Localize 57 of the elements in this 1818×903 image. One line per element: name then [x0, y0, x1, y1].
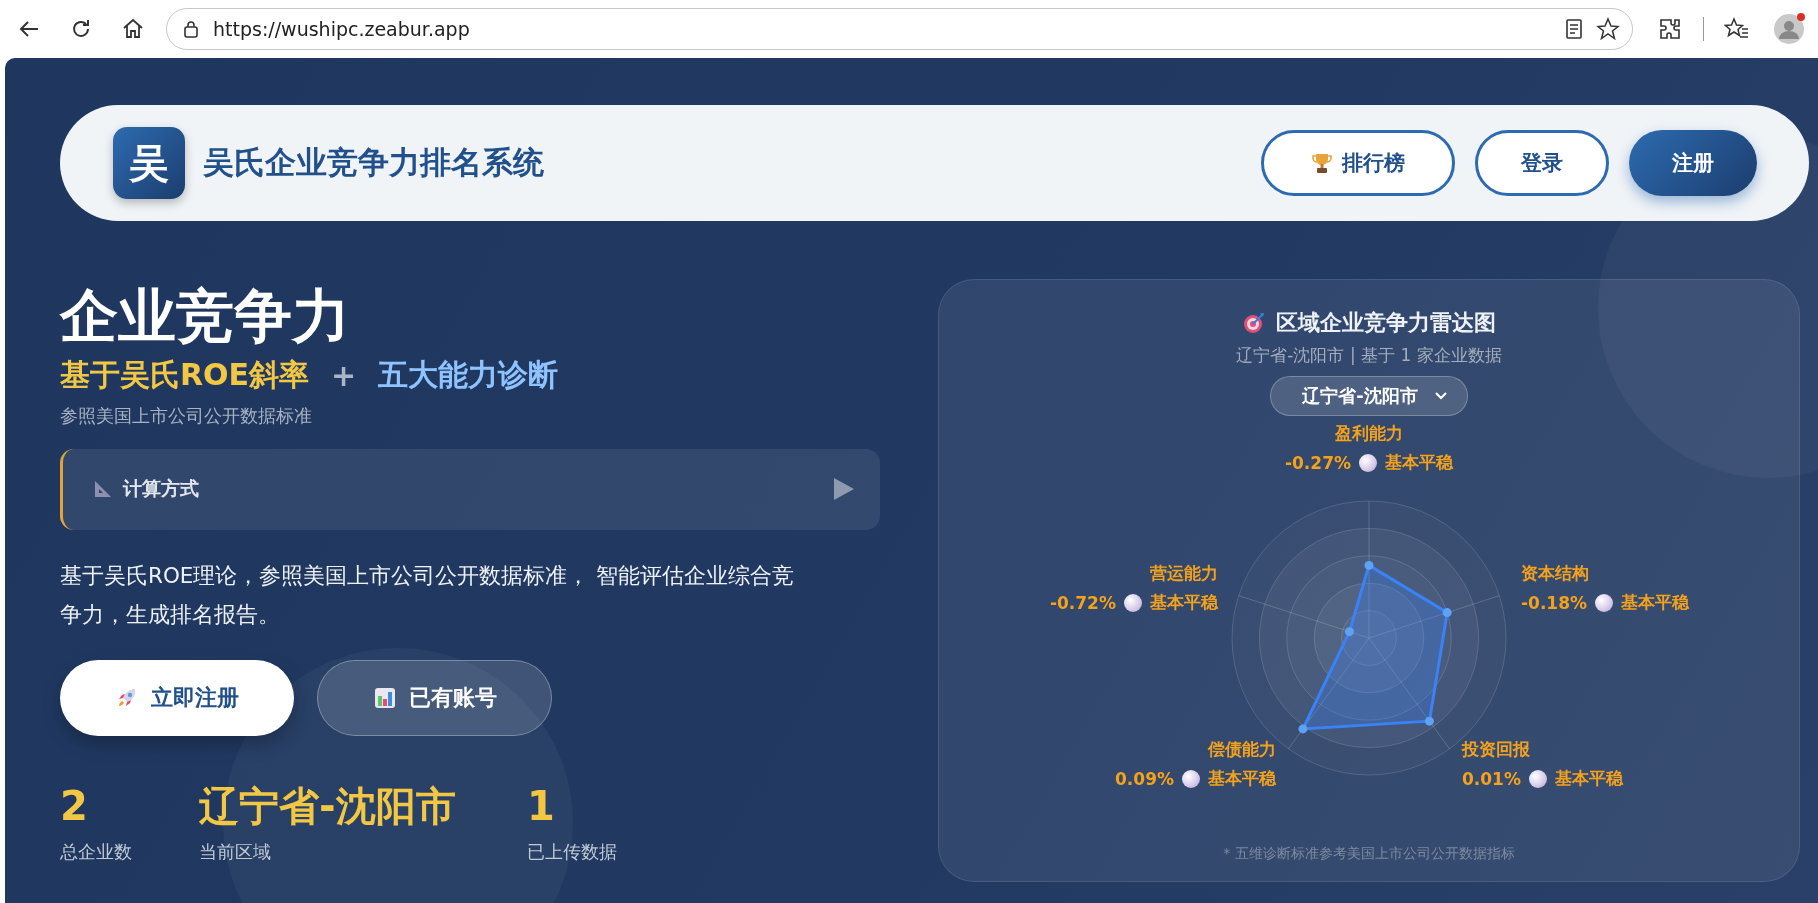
- axis-value: 0.01%: [1462, 768, 1521, 789]
- puzzle-icon: [1658, 17, 1682, 41]
- url-field[interactable]: https://wushipc.zeabur.app: [211, 17, 1552, 41]
- logo: 吴: [113, 127, 185, 199]
- home-icon: [121, 17, 145, 41]
- footnote: * 五维诊断标准参考美国上市公司公开数据指标: [1223, 845, 1515, 863]
- axis-value: 0.09%: [1115, 768, 1174, 789]
- axis-value: -0.27%: [1285, 452, 1351, 473]
- description-text: 基于吴氏ROE理论，参照美国上市公司公开数据标准， 智能评估企业综合竞争力，生成排名报告。: [60, 561, 796, 629]
- axis-label: 营运能力: [1150, 562, 1218, 585]
- tagline-text: 基于吴氏ROE斜率: [60, 355, 310, 394]
- axis-value: -0.72%: [1049, 592, 1116, 613]
- calculation-method-toggle[interactable]: 计算方式: [60, 448, 880, 530]
- favorites-icon: [1724, 17, 1750, 41]
- axis-label: 资本结构: [1521, 562, 1590, 585]
- lock-icon: [183, 20, 199, 38]
- hero-subtitle: 参照美国上市公司公开数据标准: [60, 403, 313, 428]
- axis-status: 基本平稳: [1555, 767, 1623, 790]
- register-now-button[interactable]: 立即注册: [60, 659, 294, 736]
- chevron-down-icon: [1433, 391, 1448, 401]
- sphere-icon: [1359, 453, 1377, 472]
- stat-label: 当前区域: [199, 839, 272, 864]
- reader-view-icon[interactable]: [1564, 18, 1584, 40]
- bar-chart-icon: [372, 685, 397, 710]
- axis-label: 投资回报: [1462, 738, 1531, 761]
- triangle-ruler-icon: [93, 479, 113, 500]
- triangle-right-icon: [832, 477, 854, 502]
- axis-status: 基本平稳: [1385, 451, 1453, 474]
- axis-label: 偿债能力: [1208, 738, 1276, 761]
- have-account-button[interactable]: 已有账号: [317, 659, 552, 736]
- sphere-icon: [1182, 769, 1200, 788]
- tagline-text: +: [331, 357, 357, 393]
- sphere-icon: [1529, 769, 1547, 788]
- stat-value: 2: [60, 783, 89, 828]
- axis-status: 基本平稳: [1150, 591, 1218, 614]
- stat-value: 辽宁省-沈阳市: [199, 783, 457, 828]
- sphere-icon: [1595, 593, 1614, 612]
- site-title: 吴氏企业竞争力排名系统: [203, 143, 545, 182]
- axis-status: 基本平稳: [1208, 767, 1276, 790]
- axis-label: 盈利能力: [1335, 422, 1403, 445]
- radar-subtitle: 辽宁省-沈阳市 | 基于 1 家企业数据: [1236, 344, 1502, 367]
- stat-label: 总企业数: [60, 839, 133, 864]
- ranking-button[interactable]: 排行榜: [1261, 130, 1455, 196]
- hero-title: 企业竞争力: [60, 285, 351, 349]
- register-button[interactable]: 注册: [1629, 130, 1757, 196]
- axis-status: 基本平稳: [1621, 591, 1690, 614]
- region-select[interactable]: 辽宁省-沈阳市: [1270, 376, 1468, 416]
- tagline-text: 五大能力诊断: [378, 355, 559, 394]
- sphere-icon: [1124, 593, 1142, 612]
- login-button[interactable]: 登录: [1475, 130, 1609, 196]
- axis-value: -0.18%: [1521, 592, 1588, 613]
- stat-value: 1: [527, 783, 556, 828]
- trophy-icon: [1311, 152, 1332, 174]
- radar-title: 区域企业竞争力雷达图: [1276, 309, 1496, 337]
- target-icon: [1242, 311, 1266, 335]
- stat-label: 已上传数据: [527, 839, 617, 864]
- star-icon[interactable]: [1596, 17, 1620, 41]
